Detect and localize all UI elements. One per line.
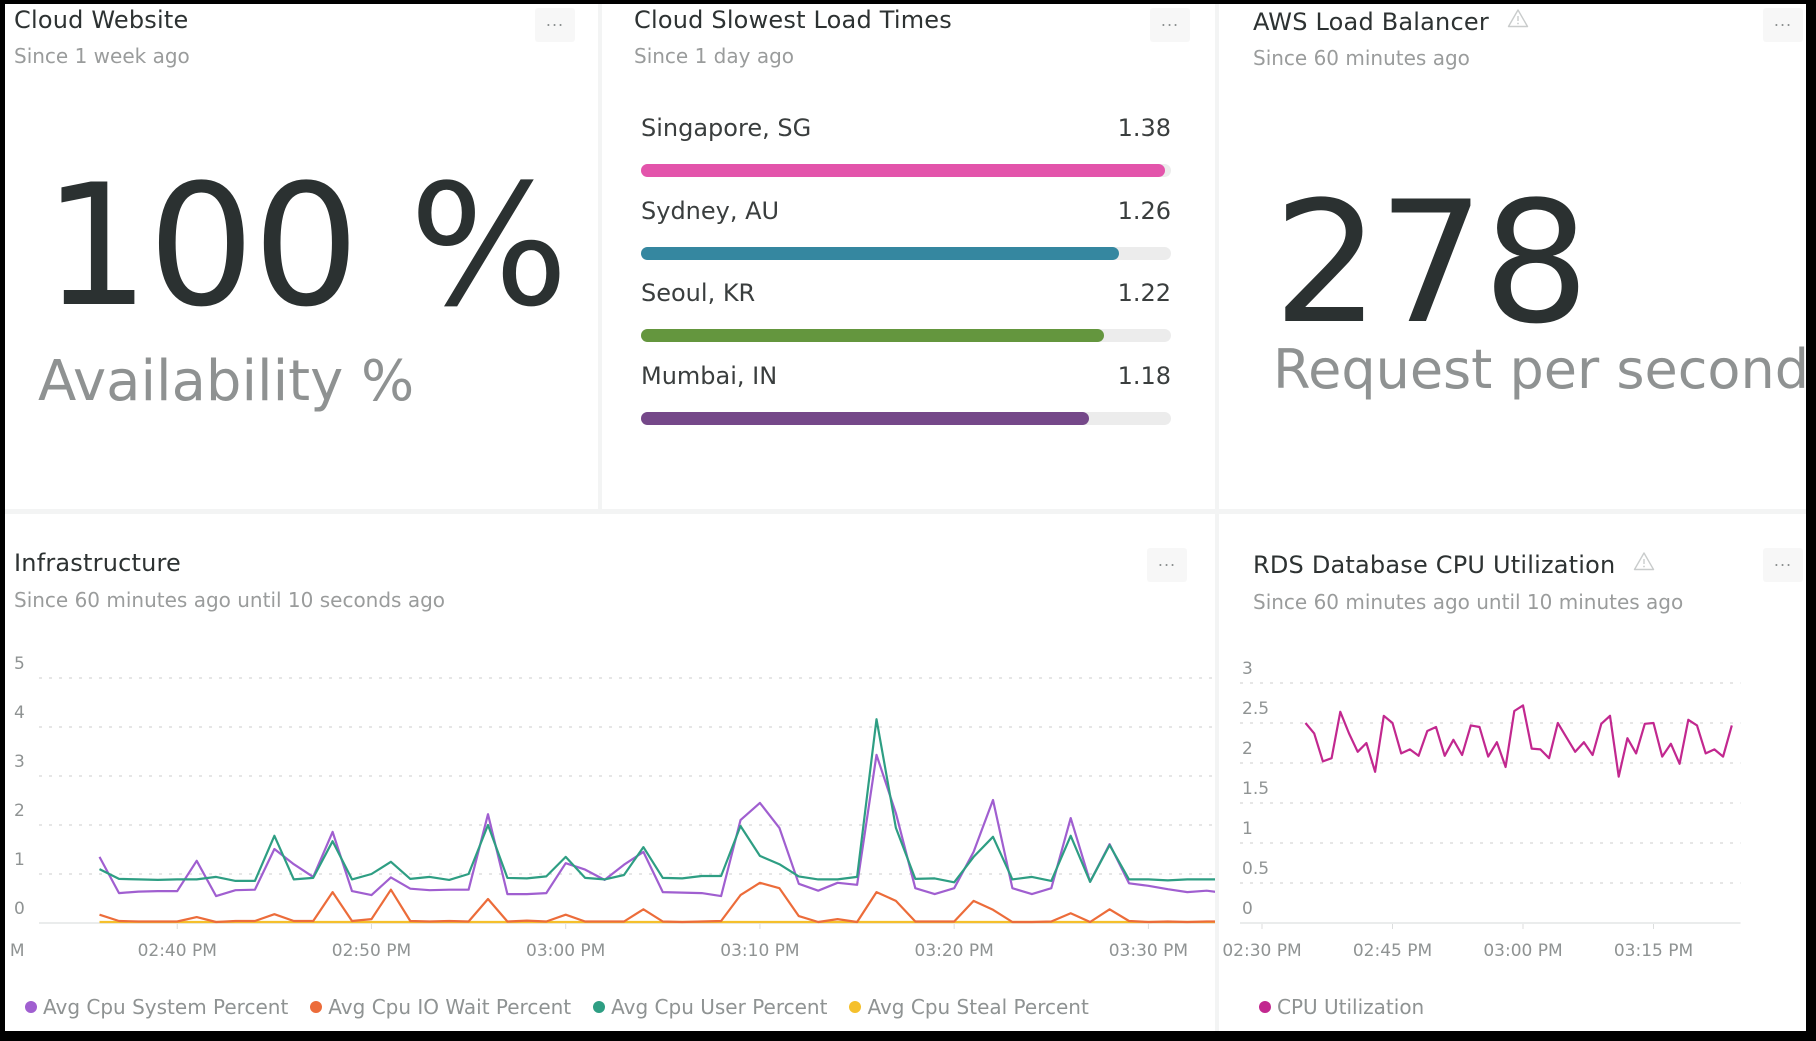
bar-track <box>641 164 1171 177</box>
widget-rds-cpu: RDS Database CPU Utilization Since 60 mi… <box>1219 514 1806 1031</box>
y-tick-label: 2 <box>1242 739 1253 759</box>
y-tick-label: 4 <box>14 703 25 723</box>
bar-label: Sydney, AU <box>641 197 780 225</box>
bar-fill <box>641 247 1120 260</box>
y-tick-label: 0 <box>14 899 25 919</box>
x-tick-label: 02:45 PM <box>1353 941 1432 961</box>
bar-label: Seoul, KR <box>641 279 756 307</box>
y-tick-label: 0 <box>1242 899 1253 919</box>
billboard-value: 100 % <box>43 148 569 344</box>
x-tick-label: 03:20 PM <box>915 941 994 961</box>
y-tick-label: 0.5 <box>1242 859 1269 879</box>
widget-menu-button[interactable]: ... <box>535 8 575 42</box>
warning-triangle-icon[interactable] <box>1507 6 1529 34</box>
widget-subtitle: Since 1 week ago <box>14 44 190 68</box>
legend-dot-icon <box>1259 1001 1271 1013</box>
widget-infrastructure: Infrastructure Since 60 minutes ago unti… <box>5 514 1215 1031</box>
bar-value: 1.22 <box>1117 279 1171 307</box>
legend-dot-icon <box>310 1001 323 1013</box>
series-line-avg-cpu-system-percent <box>98 753 1215 898</box>
legend-label: Avg Cpu System Percent <box>43 995 289 1019</box>
bar-track <box>641 412 1171 425</box>
more-icon: ... <box>545 11 565 30</box>
legend-dot-icon <box>25 1001 37 1013</box>
widget-title: Cloud Slowest Load Times <box>634 6 952 34</box>
bar-label: Singapore, SG <box>641 114 812 142</box>
legend-label: Avg Cpu Steal Percent <box>867 995 1089 1019</box>
bar-track <box>641 329 1171 342</box>
x-tick-label: 03:15 PM <box>1614 941 1693 961</box>
widget-title: Cloud Website <box>14 6 189 34</box>
y-tick-label: 5 <box>14 654 25 674</box>
x-tick-label: 02:30 PM <box>1222 941 1301 961</box>
y-tick-label: 2 <box>14 801 25 821</box>
more-icon: ... <box>1160 11 1180 30</box>
legend-dot-icon <box>593 1001 606 1013</box>
bar-fill <box>641 164 1165 177</box>
widget-aws-load-balancer: AWS Load Balancer Since 60 minutes ago .… <box>1219 4 1809 509</box>
more-icon: ... <box>1773 11 1793 30</box>
series-line-avg-cpu-user-percent <box>99 718 1215 884</box>
widget-menu-button[interactable]: ... <box>1763 8 1803 42</box>
widget-subtitle: Since 60 minutes ago <box>1253 46 1470 70</box>
legend-item[interactable]: Avg Cpu Steal Percent <box>849 995 1089 1019</box>
y-tick-label: 3 <box>14 752 25 772</box>
legend-item[interactable]: Avg Cpu System Percent <box>25 995 288 1019</box>
x-tick-label: 03:00 PM <box>1483 941 1562 961</box>
widget-menu-button[interactable]: ... <box>1150 8 1190 42</box>
dashboard: Cloud Website Since 1 week ago ... 100 %… <box>5 4 1809 1031</box>
y-tick-label: 1 <box>1242 819 1253 839</box>
bar-value: 1.18 <box>1117 362 1171 390</box>
x-tick-label: M <box>10 941 25 961</box>
legend-label: Avg Cpu User Percent <box>611 995 828 1019</box>
y-tick-label: 1 <box>14 850 25 870</box>
billboard-label: Request per second <box>1273 338 1809 401</box>
bar-track <box>641 247 1171 260</box>
infrastructure-line-chart[interactable]: 0 1 2 3 4 5 M 02:40 PM 02:50 PM 03:00 PM 03:10 PM 0… <box>5 564 1215 1024</box>
y-tick-label: 2.5 <box>1242 699 1269 719</box>
bar-value: 1.26 <box>1117 197 1171 225</box>
bar-value: 1.38 <box>1117 114 1171 142</box>
widget-title-text: AWS Load Balancer <box>1253 8 1489 36</box>
bar-label: Mumbai, IN <box>641 362 778 390</box>
x-tick-label: 02:40 PM <box>138 941 217 961</box>
legend-item[interactable]: Avg Cpu User Percent <box>593 995 827 1019</box>
x-tick-label: 02:50 PM <box>332 941 411 961</box>
bar-fill <box>641 412 1089 425</box>
widget-cloud-website: Cloud Website Since 1 week ago ... 100 %… <box>5 4 598 509</box>
series-line-cpu-utilization <box>1304 704 1733 778</box>
legend-item[interactable]: Avg Cpu IO Wait Percent <box>310 995 571 1019</box>
bar-fill <box>641 329 1104 342</box>
x-tick-label: 03:10 PM <box>720 941 799 961</box>
rds-cpu-line-chart[interactable]: 0 0.5 1 1.5 2 2.5 3 02:30 PM 02:45 PM 03:00 PM 03:… <box>1219 564 1806 1024</box>
legend-dot-icon <box>849 1001 862 1013</box>
legend-item[interactable]: CPU Utilization <box>1259 995 1424 1019</box>
y-tick-label: 3 <box>1242 659 1253 679</box>
widget-subtitle: Since 1 day ago <box>634 44 794 68</box>
y-tick-label: 1.5 <box>1242 779 1269 799</box>
widget-slowest-load-times: Cloud Slowest Load Times Since 1 day ago… <box>602 4 1215 509</box>
chart-legend: Avg Cpu System Percent Avg Cpu IO Wait Pe… <box>25 995 1111 1019</box>
widget-title: AWS Load Balancer <box>1253 6 1529 36</box>
chart-legend: CPU Utilization <box>1259 995 1446 1019</box>
billboard-label: Availability % <box>38 349 415 414</box>
x-tick-label: 03:00 PM <box>526 941 605 961</box>
x-tick-label: 03:30 PM <box>1109 941 1188 961</box>
legend-label: CPU Utilization <box>1277 995 1425 1019</box>
legend-label: Avg Cpu IO Wait Percent <box>328 995 572 1019</box>
billboard-value: 278 <box>1273 165 1590 361</box>
